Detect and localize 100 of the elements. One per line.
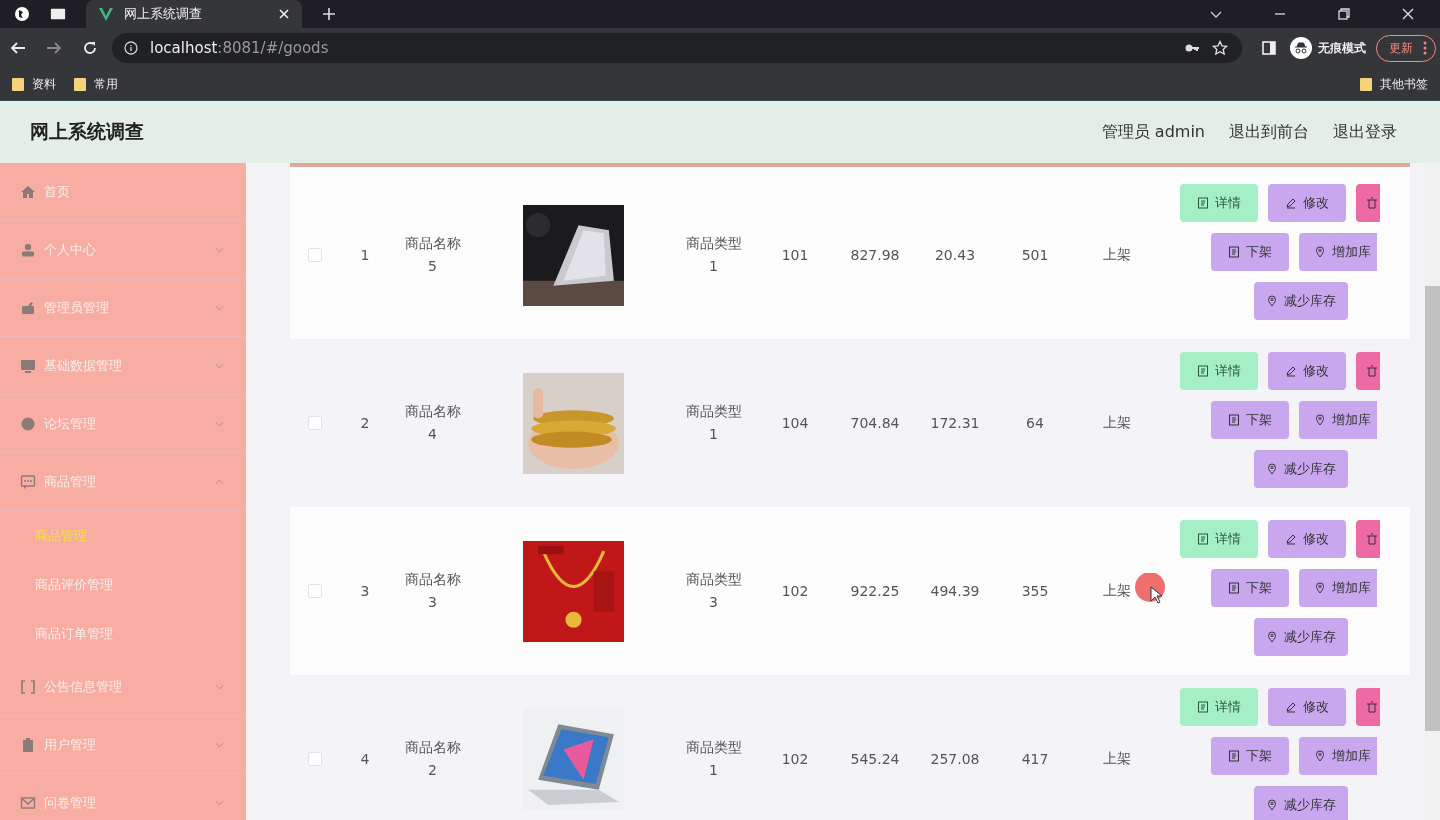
table-cell: 257.08 (930, 751, 980, 767)
info-icon (124, 41, 138, 55)
reduce-stock-button[interactable]: 减少库存 (1254, 282, 1348, 320)
pencil-icon (1285, 197, 1297, 209)
star-icon[interactable] (1212, 40, 1228, 56)
document-icon (1197, 197, 1209, 209)
details-button[interactable]: 详情 (1180, 352, 1258, 390)
table-cell: 101 (781, 247, 809, 263)
reduce-stock-button[interactable]: 减少库存 (1254, 450, 1348, 488)
browser-tab[interactable]: 网上系统调查 (86, 0, 302, 28)
incognito-badge[interactable]: 无痕模式 (1290, 37, 1366, 59)
off-shelf-button[interactable]: 下架 (1211, 569, 1289, 607)
folder-icon (1360, 77, 1372, 91)
bookmark[interactable]: 资料 (12, 75, 56, 93)
v-logo-icon (98, 6, 114, 22)
back-icon[interactable] (10, 40, 26, 56)
close-icon[interactable] (1402, 8, 1414, 20)
location-pin-icon (1313, 246, 1326, 258)
menu-icon (20, 357, 36, 374)
off-shelf-button[interactable]: 下架 (1211, 233, 1289, 271)
location-pin-icon (1266, 631, 1278, 643)
table-cell: 501 (1021, 247, 1049, 263)
forward-icon[interactable] (46, 40, 62, 56)
header-link[interactable]: 管理员 admin (1101, 121, 1205, 143)
add-stock-button[interactable]: 增加库 (1299, 569, 1377, 607)
table-cell: 494.39 (930, 583, 980, 599)
menu-icon (20, 415, 36, 432)
off-shelf-button[interactable]: 下架 (1211, 401, 1289, 439)
bookmark[interactable]: 其他书签 (1360, 75, 1428, 93)
menu-icon (20, 736, 36, 753)
address-field[interactable]: localhost:8081/#/goods (112, 33, 1242, 63)
incognito-icon (1290, 37, 1312, 59)
menu-icon (20, 794, 36, 811)
details-button[interactable]: 详情 (1180, 520, 1258, 558)
table-cell: 417 (1021, 751, 1049, 767)
reduce-stock-button[interactable]: 减少库存 (1254, 786, 1348, 820)
tab-title: 网上系统调查 (124, 5, 203, 23)
table-cell: 104 (781, 415, 809, 431)
trash-icon (1366, 701, 1378, 713)
header-link[interactable]: 退出到前台 (1229, 121, 1309, 143)
table-cell: 20.43 (934, 247, 976, 263)
folder-icon (74, 77, 86, 91)
table-cell-text: 商品名称5 (403, 234, 462, 276)
details-button[interactable]: 详情 (1180, 688, 1258, 726)
table-cell: 上架 (1102, 414, 1131, 432)
reload-icon[interactable] (82, 40, 98, 56)
table-cell: 827.98 (850, 247, 900, 263)
checkbox[interactable] (308, 584, 322, 598)
trash-icon (1366, 365, 1378, 377)
chevron-down-icon (215, 420, 224, 427)
table-cell: 64 (1026, 415, 1044, 431)
table-cell: 1 (360, 247, 370, 263)
checkbox[interactable] (308, 248, 322, 262)
off-shelf-button[interactable]: 下架 (1211, 737, 1289, 775)
new-tab-icon[interactable] (322, 7, 336, 21)
scrollbar-thumb[interactable] (1425, 286, 1440, 731)
header-link[interactable]: 退出登录 (1333, 121, 1397, 143)
table-cell: 上架 (1102, 246, 1131, 264)
chevron-down-icon (215, 246, 224, 253)
location-pin-icon (1266, 463, 1278, 475)
table-cell-text: 商品类型1 (684, 234, 743, 276)
chevron-down-icon (215, 683, 224, 690)
edit-button[interactable]: 修改 (1268, 688, 1346, 726)
restore-icon[interactable] (1338, 8, 1350, 20)
document-icon (1197, 701, 1209, 713)
menu-icon (20, 678, 36, 695)
close-icon[interactable] (278, 8, 290, 20)
chevron-down-icon (215, 304, 224, 311)
location-pin-icon (1313, 582, 1326, 594)
table-cell: 922.25 (850, 583, 900, 599)
edit-button[interactable]: 修改 (1268, 352, 1346, 390)
add-stock-button[interactable]: 增加库 (1299, 401, 1377, 439)
table-cell: 172.31 (930, 415, 980, 431)
add-stock-button[interactable]: 增加库 (1299, 737, 1377, 775)
document-icon (1228, 414, 1240, 426)
table-cell: 上架 (1102, 582, 1131, 600)
chevron-up-icon (215, 478, 224, 485)
table-cell: 102 (781, 751, 809, 767)
document-icon (1197, 533, 1209, 545)
checkbox[interactable] (308, 752, 322, 766)
tab-overview-icon[interactable] (50, 6, 66, 22)
edit-button[interactable]: 修改 (1268, 184, 1346, 222)
add-stock-button[interactable]: 增加库 (1299, 233, 1377, 271)
table-cell-text: 商品类型3 (684, 570, 743, 612)
side-panel-icon[interactable] (1262, 41, 1276, 55)
bookmark[interactable]: 常用 (74, 75, 118, 93)
checkbox[interactable] (308, 416, 322, 430)
menu-icon (20, 183, 36, 200)
document-icon (1228, 750, 1240, 762)
document-icon (1228, 582, 1240, 594)
document-icon (1197, 365, 1209, 377)
table-cell: 545.24 (850, 751, 900, 767)
table-cell: 704.84 (850, 415, 900, 431)
app-title: 网上系统调查 (30, 119, 144, 144)
table-cell: 3 (360, 583, 370, 599)
details-button[interactable]: 详情 (1180, 184, 1258, 222)
pencil-icon (1285, 701, 1297, 713)
reduce-stock-button[interactable]: 减少库存 (1254, 618, 1348, 656)
trash-icon (1366, 533, 1378, 545)
edit-button[interactable]: 修改 (1268, 520, 1346, 558)
